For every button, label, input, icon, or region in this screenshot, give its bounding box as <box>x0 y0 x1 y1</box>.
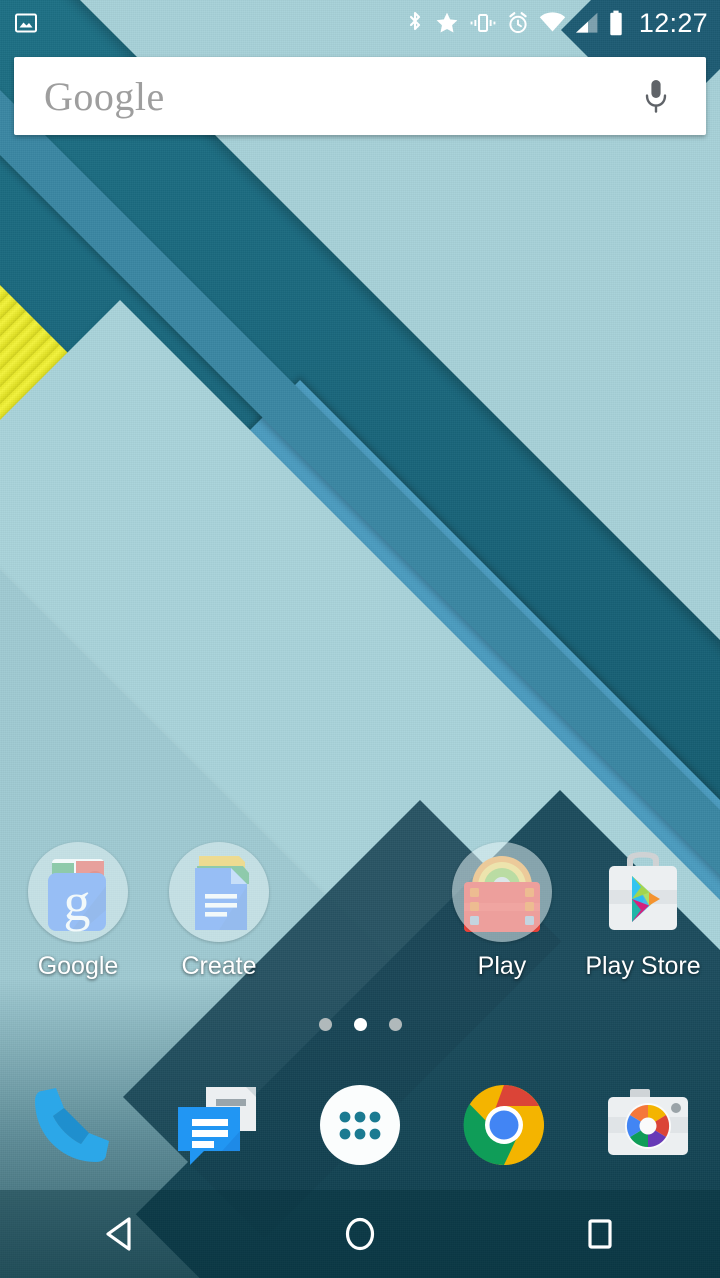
screenshot-image-icon <box>15 13 37 33</box>
wifi-icon <box>539 12 566 32</box>
workspace-item-label: Create <box>181 952 257 980</box>
phone-icon <box>20 1073 124 1177</box>
google-play-movies-folder-icon <box>450 840 554 944</box>
page-indicator <box>0 1018 720 1031</box>
system-status-icons: 12:27 <box>405 8 708 39</box>
page-dot-3[interactable] <box>388 1018 402 1031</box>
back-triangle-icon <box>106 1217 131 1251</box>
workspace-item-label: Play <box>477 952 527 980</box>
android-home-screen: 12:27 Google Google Create Play Play Sto… <box>0 0 720 1278</box>
cellular-signal-icon <box>575 12 598 33</box>
dock-item-camera[interactable] <box>576 1062 720 1188</box>
play-store-icon <box>591 840 695 944</box>
priority-star-icon <box>436 12 458 33</box>
recents-button[interactable] <box>480 1190 720 1278</box>
workspace-item-play-folder[interactable]: Play <box>427 840 577 980</box>
status-bar[interactable]: 12:27 <box>0 0 720 46</box>
dock-item-chrome[interactable] <box>432 1062 576 1188</box>
back-button[interactable] <box>0 1190 240 1278</box>
dock-item-app-drawer[interactable] <box>288 1062 432 1188</box>
battery-icon <box>610 10 622 36</box>
workspace-item-label: Google <box>37 952 119 980</box>
folder-background-circle <box>169 842 269 942</box>
status-bar-clock: 12:27 <box>638 7 708 38</box>
vibrate-icon <box>470 14 496 32</box>
app-drawer-icon <box>308 1073 412 1177</box>
microphone-icon <box>645 80 667 113</box>
google-folder-icon: g <box>26 840 130 944</box>
voice-search-button[interactable] <box>634 73 678 119</box>
page-dot-2[interactable] <box>353 1018 367 1031</box>
recents-square-icon <box>588 1219 612 1249</box>
chrome-icon <box>452 1073 556 1177</box>
google-docs-folder-icon <box>167 840 271 944</box>
google-search-placeholder: Google <box>44 73 165 119</box>
dock <box>0 1062 720 1188</box>
dock-item-messenger[interactable] <box>144 1062 288 1188</box>
google-search-widget[interactable]: Google <box>14 57 706 135</box>
messenger-icon <box>164 1073 268 1177</box>
folder-background-circle <box>452 842 552 942</box>
workspace-item-label: Play Store <box>585 952 701 980</box>
home-button[interactable] <box>240 1190 480 1278</box>
home-circle-icon <box>345 1217 375 1251</box>
workspace-item-google-folder[interactable]: g Google <box>3 840 153 980</box>
alarm-icon <box>509 12 527 33</box>
home-screen-workspace: g Google <box>0 820 720 1020</box>
workspace-item-play-store[interactable]: Play Store <box>568 840 718 980</box>
folder-background-circle <box>28 842 128 942</box>
camera-icon <box>596 1073 700 1177</box>
notification-icons <box>14 11 38 35</box>
dock-item-phone[interactable] <box>0 1062 144 1188</box>
navigation-bar <box>0 1190 720 1278</box>
page-dot-1[interactable] <box>318 1018 332 1031</box>
bluetooth-icon <box>409 11 420 31</box>
workspace-item-create-folder[interactable]: Create <box>144 840 294 980</box>
